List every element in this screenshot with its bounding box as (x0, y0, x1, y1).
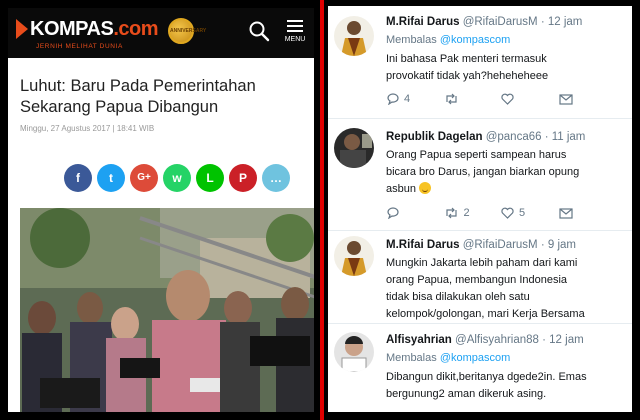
tweet-actions: 4 (386, 93, 616, 105)
retweet-icon (445, 93, 457, 105)
avatar[interactable] (334, 16, 374, 56)
kompas-logo-mark-icon (16, 19, 28, 39)
tweet-handle: @panca66 · 11 jam (485, 131, 586, 143)
tweet-actions: 2 5 (386, 207, 616, 219)
pinterest-share-button[interactable]: P (229, 164, 257, 192)
tweet-text: Dibangun dikit,beritanya dgede2in. Emas … (386, 369, 626, 403)
tweet-handle: @RifaiDarusM · 12 jam (462, 16, 583, 28)
twitter-share-button[interactable]: t (97, 164, 125, 192)
tweet-text: Ini bahasa Pak menteri termasuk provokat… (386, 51, 626, 85)
heart-icon (501, 93, 514, 105)
grinning-emoji-icon (419, 182, 432, 194)
kompas-logo-suffix: .com (113, 17, 158, 40)
like-count: 5 (519, 207, 526, 219)
avatar[interactable] (334, 332, 374, 372)
tweet-line: orang Papua, membangun Indonesia (386, 274, 568, 286)
kompas-article-panel: KOMPAS.com JERNIH MELIHAT DUNIA ANNIVERS… (8, 8, 314, 412)
kompas-logo-text: KOMPAS (30, 17, 114, 40)
tweet-line: asbun (386, 183, 416, 195)
hamburger-icon (287, 20, 303, 32)
envelope-icon (558, 93, 573, 105)
kompas-tagline: JERNIH MELIHAT DUNIA (36, 43, 123, 50)
tweet-text: Orang Papua seperti sampean harus bicara… (386, 147, 626, 198)
avatar[interactable] (334, 128, 374, 168)
tweet-author-name[interactable]: M.Rifai Darus (386, 16, 460, 28)
retweet-button[interactable] (444, 93, 502, 105)
article-title: Luhut: Baru Pada Pemerintahan Sekarang P… (20, 77, 256, 116)
tweet-line: provokatif tidak yah?heheheheee (386, 70, 549, 82)
like-button[interactable]: 5 (501, 207, 559, 219)
menu-label: MENU (284, 36, 306, 43)
article-photo (20, 208, 314, 412)
tweet-author-name[interactable]: M.Rifai Darus (386, 239, 460, 251)
anniversary-badge-icon: ANNIVERSARY (168, 18, 206, 44)
tweet-line: Mungkin Jakarta lebih paham dari kami (386, 257, 578, 269)
tweet-line: kelompok/golongan, mari Kerja Bersama (386, 308, 585, 320)
whatsapp-share-button[interactable]: w (163, 164, 191, 192)
tweet-handle: @RifaiDarusM · 9 jam (462, 239, 576, 251)
tweet-line: Ini bahasa Pak menteri termasuk (386, 53, 547, 65)
reply-icon (387, 93, 399, 105)
tweet-line: Dibangun dikit,beritanya dgede2in. Emas (386, 371, 587, 383)
dm-button[interactable] (558, 207, 617, 219)
tweet-line: bergunung2 aman dikeruk asing. (386, 388, 547, 400)
tweet-text: Mungkin Jakarta lebih paham dari kami or… (386, 255, 626, 323)
avatar[interactable] (334, 236, 374, 276)
reply-mention-link[interactable]: @kompascom (440, 34, 510, 46)
tweet-handle: @Alfisyahrian88 · 12 jam (455, 334, 584, 346)
tweet-line: bicara bro Darus, jangan biarkan opung (386, 166, 580, 178)
tweet-author-name[interactable]: Alfisyahrian (386, 334, 452, 346)
tweet-line: Orang Papua seperti sampean harus (386, 149, 567, 161)
envelope-icon (558, 207, 573, 219)
dm-button[interactable] (558, 93, 617, 105)
retweet-icon (445, 207, 457, 219)
comment-share-button[interactable]: … (262, 164, 290, 192)
reply-prefix: Membalas (386, 352, 437, 364)
tweet-line: tidak bisa dilakukan oleh satu (386, 291, 530, 303)
search-icon[interactable] (248, 20, 270, 42)
reply-icon (387, 207, 399, 219)
tweet-author-name[interactable]: Republik Dagelan (386, 131, 483, 143)
tweet-item[interactable]: Republik Dagelan @panca66 · 11 jam Orang… (328, 119, 632, 229)
kompas-logo[interactable]: KOMPAS.com (16, 16, 158, 42)
facebook-share-button[interactable]: f (64, 164, 92, 192)
red-divider (320, 0, 324, 420)
google-plus-share-button[interactable]: G+ (130, 164, 158, 192)
tweet-item[interactable]: Alfisyahrian @Alfisyahrian88 · 12 jam Me… (328, 324, 632, 412)
reply-mention-link[interactable]: @kompascom (440, 352, 510, 364)
line-share-button[interactable]: L (196, 164, 224, 192)
retweet-count: 2 (463, 207, 470, 219)
like-button[interactable] (501, 93, 559, 105)
menu-button[interactable]: MENU (282, 18, 308, 50)
reply-button[interactable]: 4 (386, 93, 444, 105)
kompas-header: KOMPAS.com JERNIH MELIHAT DUNIA ANNIVERS… (8, 8, 314, 58)
twitter-replies-panel: M.Rifai Darus @RifaiDarusM · 12 jam Memb… (328, 6, 632, 412)
share-buttons: f t G+ w L P … (64, 164, 290, 192)
reply-prefix: Membalas (386, 34, 437, 46)
tweet-item[interactable]: M.Rifai Darus @RifaiDarusM · 9 jam Mungk… (328, 231, 632, 323)
reply-button[interactable] (386, 207, 444, 219)
retweet-button[interactable]: 2 (444, 207, 502, 219)
reply-count: 4 (404, 93, 411, 105)
heart-icon (501, 207, 514, 219)
tweet-item[interactable]: M.Rifai Darus @RifaiDarusM · 12 jam Memb… (328, 6, 632, 116)
article-date: Minggu, 27 Agustus 2017 | 18:41 WIB (20, 124, 155, 133)
